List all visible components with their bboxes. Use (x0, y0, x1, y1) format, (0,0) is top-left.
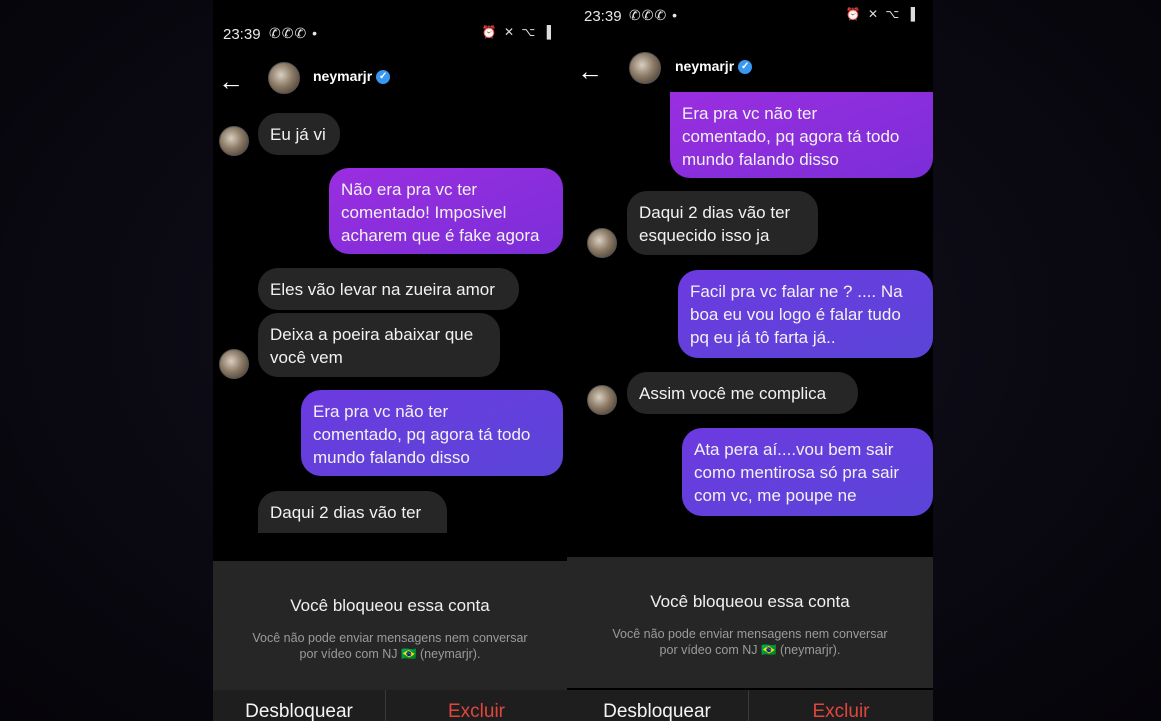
status-time: 23:39 (223, 26, 261, 43)
screenshot-right: 23:39 ✆✆✆ • ⏰ ✕ ⌥ ▐ ← neymarjr ✓ Era pra … (567, 0, 933, 721)
profile-avatar[interactable] (629, 52, 661, 84)
system-status-icon: ⏰ ✕ ⌥ ▐ (481, 25, 553, 39)
sender-avatar (587, 385, 617, 415)
blocked-title: Você bloqueou essa conta (650, 592, 850, 611)
unblock-button[interactable]: Desbloquear (567, 690, 747, 721)
chat-username[interactable]: neymarjr ✓ (675, 58, 753, 75)
message-sent[interactable]: Era pra vc não ter comentado, pq agora t… (670, 92, 933, 178)
chat-header: ← neymarjr ✓ (567, 52, 933, 96)
message-received-partial[interactable]: Daqui 2 dias vão ter (258, 491, 447, 533)
blocked-account-panel: Você bloqueou essa conta Você não pode e… (213, 561, 567, 690)
message-received[interactable]: Assim você me complica (627, 372, 858, 414)
action-bar: Desbloquear Excluir (213, 690, 567, 721)
blocked-title: Você bloqueou essa conta (290, 596, 490, 615)
action-bar: Desbloquear Excluir (567, 690, 933, 721)
back-arrow-icon[interactable]: ← (218, 66, 244, 96)
system-status-icon: ⏰ ✕ ⌥ ▐ (845, 7, 917, 21)
unblock-button[interactable]: Desbloquear (213, 690, 385, 721)
message-received[interactable]: Daqui 2 dias vão ter esquecido isso ja (627, 191, 818, 255)
back-arrow-icon[interactable]: ← (577, 56, 603, 86)
delete-button[interactable]: Excluir (749, 690, 933, 721)
whatsapp-notification-icon: ✆✆✆ • (269, 25, 318, 41)
verified-badge-icon: ✓ (376, 70, 391, 85)
message-received[interactable]: Eles vão levar na zueira amor (258, 268, 519, 310)
blocked-description: Você não pode enviar mensagens nem conve… (612, 627, 888, 657)
message-received[interactable]: Eu já vi (258, 113, 340, 155)
sender-avatar (587, 228, 617, 258)
message-sent[interactable]: Não era pra vc ter comentado! Imposivel … (329, 168, 563, 254)
chat-header: ← neymarjr ✓ (213, 62, 567, 106)
message-sent[interactable]: Era pra vc não ter comentado, pq agora t… (301, 390, 563, 476)
verified-badge-icon: ✓ (738, 60, 753, 75)
chat-username[interactable]: neymarjr ✓ (313, 68, 391, 85)
status-time: 23:39 (584, 8, 622, 25)
sender-avatar (219, 126, 249, 156)
delete-button[interactable]: Excluir (386, 690, 567, 721)
status-bar: 23:39 ✆✆✆ • ⏰ ✕ ⌥ ▐ (567, 0, 933, 30)
message-sent[interactable]: Facil pra vc falar ne ? .... Na boa eu v… (678, 270, 933, 358)
blocked-description: Você não pode enviar mensagens nem conve… (252, 631, 528, 661)
message-received[interactable]: Deixa a poeira abaixar que você vem (258, 313, 500, 377)
screenshot-left: 23:39 ✆✆✆ • ⏰ ✕ ⌥ ▐ ← neymarjr ✓ Eu já vi… (213, 0, 567, 721)
blocked-account-panel: Você bloqueou essa conta Você não pode e… (567, 557, 933, 688)
profile-avatar[interactable] (268, 62, 300, 94)
whatsapp-notification-icon: ✆✆✆ • (629, 7, 678, 23)
sender-avatar (219, 349, 249, 379)
message-sent[interactable]: Ata pera aí....vou bem sair como mentiro… (682, 428, 933, 516)
status-bar: 23:39 ✆✆✆ • ⏰ ✕ ⌥ ▐ (213, 18, 567, 48)
